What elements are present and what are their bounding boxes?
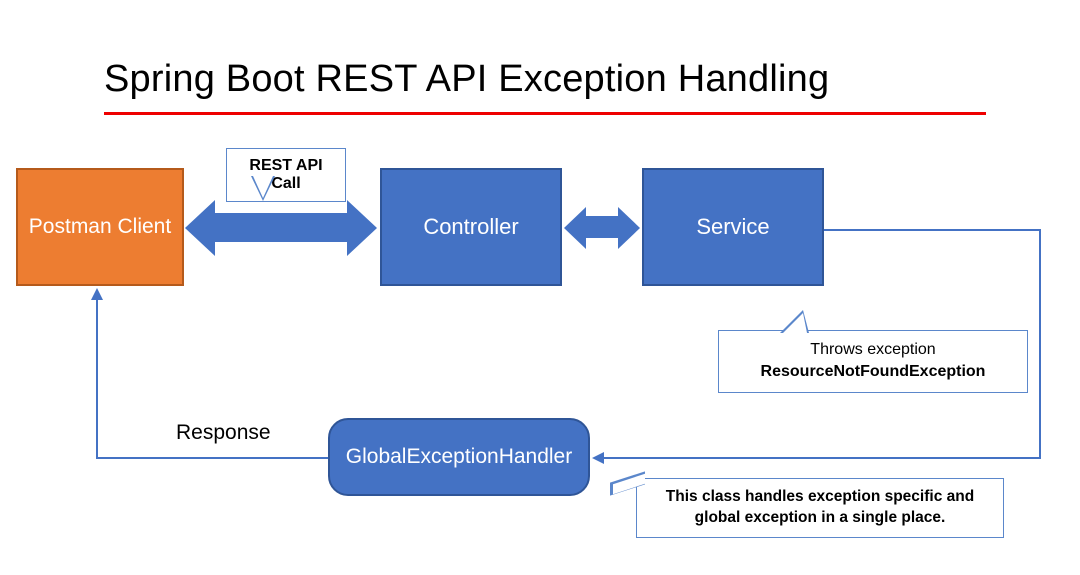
postman-client-node: Postman Client — [16, 168, 184, 286]
title-underline — [104, 112, 986, 115]
callout-line: Throws exception — [731, 339, 1015, 361]
service-node: Service — [642, 168, 824, 286]
arrow-head-right-icon — [618, 207, 640, 249]
arrow-head-right-icon — [347, 200, 377, 256]
handles-exception-callout: This class handles exception specific an… — [636, 478, 1004, 538]
arrow-controller-service — [583, 216, 621, 238]
connector-line — [601, 457, 1041, 459]
throws-exception-callout: Throws exception ResourceNotFoundExcepti… — [718, 330, 1028, 393]
response-label: Response — [176, 421, 271, 445]
callout-tail-icon — [253, 176, 273, 198]
controller-node: Controller — [380, 168, 562, 286]
connector-line — [1039, 229, 1041, 458]
arrow-postman-controller — [211, 213, 351, 242]
connector-line — [96, 290, 98, 458]
callout-line: ResourceNotFoundException — [731, 361, 1015, 383]
arrow-head-left-icon — [564, 207, 586, 249]
arrow-head-icon — [592, 452, 604, 464]
arrow-head-icon — [91, 288, 103, 300]
connector-line — [96, 457, 328, 459]
connector-line — [824, 229, 1040, 231]
arrow-head-left-icon — [185, 200, 215, 256]
callout-tail-icon — [783, 313, 807, 333]
global-exception-handler-node: GlobalExceptionHandler — [328, 418, 590, 496]
rest-api-call-callout: REST API Call — [226, 148, 346, 202]
diagram-title: Spring Boot REST API Exception Handling — [104, 58, 829, 101]
